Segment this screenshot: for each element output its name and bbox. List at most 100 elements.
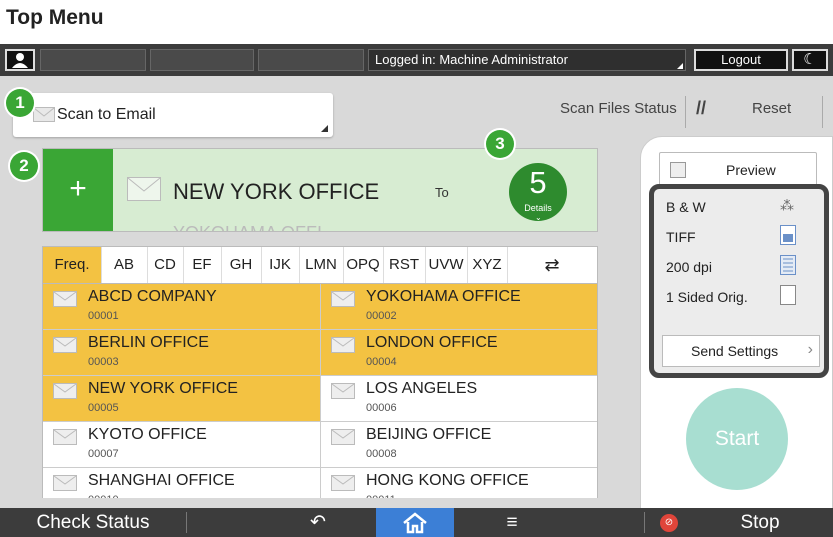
entry-number: 00011 <box>366 494 396 498</box>
start-button[interactable]: Start <box>686 388 788 490</box>
envelope-icon <box>53 337 77 358</box>
status-slot <box>258 49 364 71</box>
address-entry[interactable]: KYOTO OFFICE 00007 <box>43 422 321 468</box>
status-slot <box>150 49 254 71</box>
envelope-icon <box>53 383 77 404</box>
address-entry[interactable]: YOKOHAMA OFFICE 00002 <box>321 284 597 330</box>
address-list: ABCD COMPANY 00001 YOKOHAMA OFFICE 00002 BER… <box>42 284 598 498</box>
callout-badge-2: 2 <box>10 152 38 180</box>
entry-number: 00010 <box>88 494 119 498</box>
login-status: Logged in: Machine Administrator <box>368 49 686 71</box>
entry-number: 00004 <box>366 356 397 368</box>
entry-number: 00006 <box>366 402 397 414</box>
envelope-icon <box>127 177 161 206</box>
envelope-icon <box>331 383 355 404</box>
entry-name: LONDON OFFICE <box>366 334 498 351</box>
stop-button[interactable]: Stop <box>690 508 830 537</box>
address-entry[interactable]: BEIJING OFFICE 00008 <box>321 422 597 468</box>
preview-checkbox[interactable] <box>670 162 686 178</box>
menu-icon[interactable]: ≡ <box>456 508 568 537</box>
tab-ef[interactable]: EF <box>183 247 222 283</box>
switch-view-icon[interactable]: ⇄ <box>507 247 597 283</box>
entry-name: LOS ANGELES <box>366 380 478 397</box>
destination-bar: + NEW YORK OFFICE YOKOHAMA OFFI To 5 Det… <box>42 148 598 232</box>
tab-lmn[interactable]: LMN <box>299 247 344 283</box>
bottom-bar: Check Status ↶ ≡ ⊘ Stop <box>0 508 833 537</box>
entry-name: ABCD COMPANY <box>88 288 217 305</box>
address-book-tabs: Freq. AB CD EF GH IJK LMN OPQ RST UVW XY… <box>42 246 598 284</box>
resolution-icon <box>780 255 796 278</box>
user-icon[interactable] <box>5 49 35 71</box>
resolution-setting: 200 dpi <box>666 259 712 275</box>
entry-name: NEW YORK OFFICE <box>88 380 238 397</box>
details-label: Details <box>524 203 552 213</box>
entry-number: 00001 <box>88 310 119 322</box>
address-entry[interactable]: HONG KONG OFFICE 00011 <box>321 468 597 498</box>
logout-button[interactable]: Logout <box>694 49 788 71</box>
destination-count: 5 <box>529 165 547 200</box>
callout-badge-3: 3 <box>486 130 514 158</box>
dropdown-corner-icon <box>321 125 328 132</box>
address-entry[interactable]: SHANGHAI OFFICE 00010 <box>43 468 321 498</box>
home-icon[interactable] <box>376 508 454 537</box>
divider <box>685 96 686 128</box>
destination-count-button[interactable]: 5 Details ⌄ <box>509 163 567 222</box>
color-mode-icon: ⁂ <box>780 197 794 213</box>
reset-button[interactable]: Reset <box>752 100 791 117</box>
add-destination-button[interactable]: + <box>43 149 113 231</box>
scan-mode-selector[interactable]: Scan to Email <box>13 93 333 137</box>
envelope-icon <box>331 291 355 312</box>
file-type-icon <box>780 225 796 248</box>
device-screen: Logged in: Machine Administrator Logout … <box>0 44 833 537</box>
reset-icon: // <box>696 98 707 118</box>
settings-summary: B & W ⁂ TIFF 200 dpi 1 Sided Orig. Send … <box>649 184 829 378</box>
entry-name: KYOTO OFFICE <box>88 426 207 443</box>
login-corner-icon <box>677 63 683 69</box>
entry-number: 00005 <box>88 402 119 414</box>
next-destination-partial: YOKOHAMA OFFI <box>173 223 322 231</box>
entry-number: 00008 <box>366 448 397 460</box>
tab-xyz[interactable]: XYZ <box>467 247 508 283</box>
address-entry[interactable]: LONDON OFFICE 00004 <box>321 330 597 376</box>
envelope-icon <box>331 429 355 450</box>
envelope-icon <box>53 475 77 496</box>
original-sides-setting: 1 Sided Orig. <box>666 289 748 305</box>
entry-number: 00002 <box>366 310 397 322</box>
tab-gh[interactable]: GH <box>221 247 262 283</box>
send-settings-label: Send Settings <box>691 343 779 359</box>
tab-opq[interactable]: OPQ <box>343 247 384 283</box>
moon-icon[interactable]: ☾ <box>792 49 828 71</box>
tab-rst[interactable]: RST <box>383 247 426 283</box>
preview-toggle[interactable]: Preview <box>659 152 817 188</box>
divider <box>822 96 823 128</box>
address-entry[interactable]: BERLIN OFFICE 00003 <box>43 330 321 376</box>
address-entry[interactable]: LOS ANGELES 00006 <box>321 376 597 422</box>
chevron-down-icon: ⌄ <box>535 213 542 222</box>
envelope-icon <box>331 475 355 496</box>
envelope-icon <box>53 291 77 312</box>
send-settings-button[interactable]: Send Settings › <box>662 335 820 367</box>
original-sides-icon <box>780 285 796 308</box>
entry-number: 00007 <box>88 448 119 460</box>
scan-files-status-button[interactable]: Scan Files Status <box>560 100 677 117</box>
tab-ab[interactable]: AB <box>101 247 148 283</box>
page-heading: Top Menu <box>6 6 104 29</box>
entry-name: HONG KONG OFFICE <box>366 472 529 489</box>
back-icon[interactable]: ↶ <box>262 508 374 537</box>
envelope-icon <box>53 429 77 450</box>
check-status-button[interactable]: Check Status <box>0 508 186 537</box>
address-entry[interactable]: ABCD COMPANY 00001 <box>43 284 321 330</box>
callout-badge-1: 1 <box>6 89 34 117</box>
chevron-right-icon: › <box>807 341 813 358</box>
tab-uvw[interactable]: UVW <box>425 247 468 283</box>
stop-icon: ⊘ <box>660 514 678 532</box>
address-entry[interactable]: NEW YORK OFFICE 00005 <box>43 376 321 422</box>
tab-freq[interactable]: Freq. <box>43 247 102 283</box>
tab-ijk[interactable]: IJK <box>261 247 300 283</box>
top-status-bar: Logged in: Machine Administrator Logout … <box>0 44 833 76</box>
entry-name: YOKOHAMA OFFICE <box>366 288 521 305</box>
entry-name: SHANGHAI OFFICE <box>88 472 235 489</box>
envelope-icon <box>331 337 355 358</box>
divider <box>644 512 645 533</box>
tab-cd[interactable]: CD <box>147 247 184 283</box>
